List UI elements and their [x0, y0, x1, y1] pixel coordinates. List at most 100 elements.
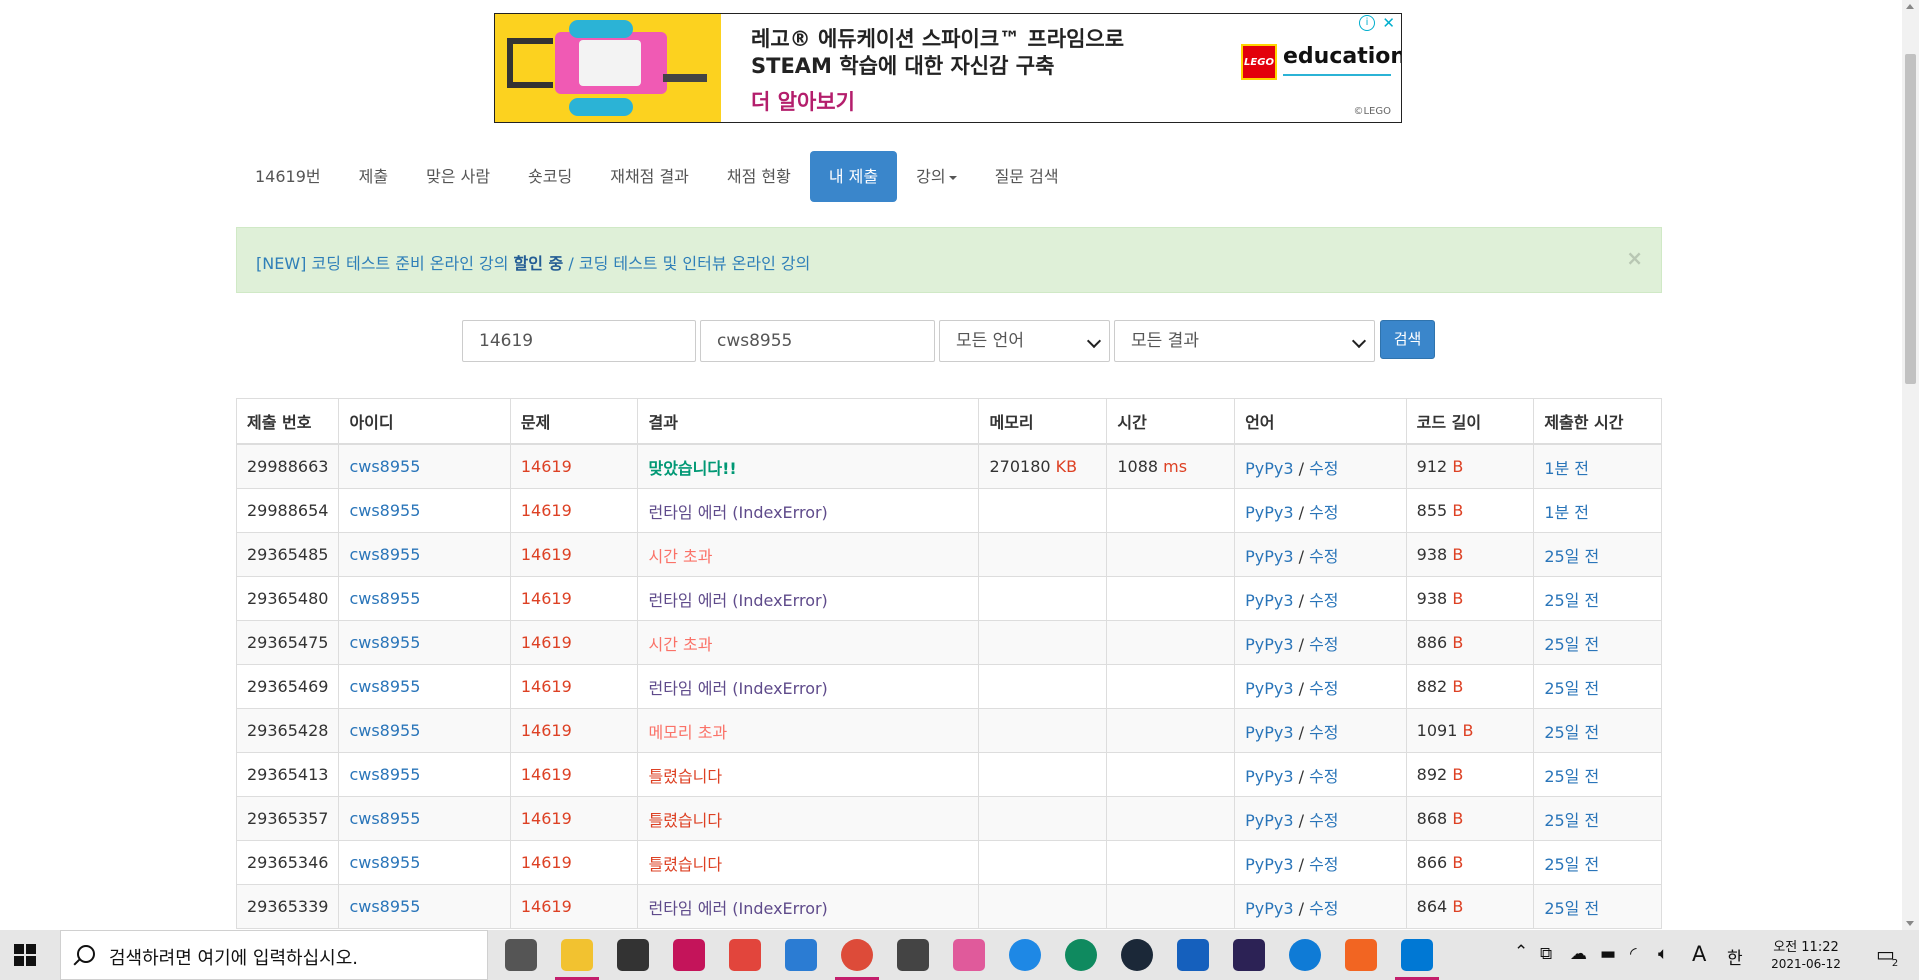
ime-language-indicator[interactable]: 한	[1727, 944, 1743, 969]
problem-link[interactable]: 14619	[509, 796, 639, 841]
volume-icon[interactable]: 🔈︎	[1658, 944, 1668, 964]
nav-lectures[interactable]: 강의	[897, 151, 975, 202]
user-link[interactable]: cws8955	[338, 840, 511, 885]
edit-link[interactable]: 수정	[1309, 767, 1338, 786]
language-link[interactable]: PyPy3	[1245, 635, 1293, 654]
ad-learn-more-link[interactable]: 더 알아보기	[751, 86, 855, 116]
clock-time[interactable]: 오전 11:22	[1762, 936, 1850, 955]
language-link[interactable]: PyPy3	[1245, 855, 1293, 874]
page-scrollbar[interactable]	[1902, 0, 1919, 930]
scroll-thumb[interactable]	[1905, 54, 1916, 384]
language-link[interactable]: PyPy3	[1245, 767, 1293, 786]
tray-app-icon[interactable]: ⧉	[1540, 944, 1552, 964]
onedrive-icon[interactable]: ☁	[1570, 944, 1587, 964]
problem-id-input[interactable]: 14619	[462, 320, 696, 362]
chrome-icon[interactable]	[841, 939, 873, 971]
store-icon[interactable]	[617, 939, 649, 971]
submitted-time-link[interactable]: 25일 전	[1533, 708, 1662, 753]
nav-solved-users[interactable]: 맞은 사람	[407, 151, 509, 202]
language-link[interactable]: PyPy3	[1245, 591, 1293, 610]
edge-icon[interactable]	[1289, 939, 1321, 971]
user-id-input[interactable]: cws8955	[700, 320, 935, 362]
submitted-time-link[interactable]: 25일 전	[1533, 620, 1662, 665]
ad-banner[interactable]: 레고® 에듀케이션 스파이크™ 프라임으로 STEAM 학습에 대한 자신감 구…	[494, 13, 1402, 123]
submitted-time-link[interactable]: 25일 전	[1533, 752, 1662, 797]
language-link[interactable]: PyPy3	[1245, 503, 1293, 522]
language-link[interactable]: PyPy3	[1245, 459, 1293, 478]
nav-my-submissions[interactable]: 내 제출	[809, 151, 898, 202]
edit-link[interactable]: 수정	[1309, 459, 1338, 478]
edit-link[interactable]: 수정	[1309, 503, 1338, 522]
scroll-down-icon[interactable]	[1906, 921, 1914, 926]
eclipse-icon[interactable]	[1233, 939, 1265, 971]
app-orange-icon[interactable]	[1345, 939, 1377, 971]
language-link[interactable]: PyPy3	[1245, 811, 1293, 830]
problem-link[interactable]: 14619	[509, 576, 639, 621]
user-link[interactable]: cws8955	[338, 576, 511, 621]
nav-question-search[interactable]: 질문 검색	[976, 151, 1078, 202]
problem-link[interactable]: 14619	[509, 488, 639, 533]
user-link[interactable]: cws8955	[338, 796, 511, 841]
windows-start-icon[interactable]	[14, 944, 36, 966]
search-button[interactable]: 검색	[1380, 320, 1435, 359]
problem-link[interactable]: 14619	[509, 443, 639, 489]
clock-date[interactable]: 2021-06-12	[1762, 957, 1850, 971]
user-link[interactable]: cws8955	[338, 488, 511, 533]
app-gear-icon[interactable]	[897, 939, 929, 971]
user-link[interactable]: cws8955	[338, 443, 511, 489]
edit-link[interactable]: 수정	[1309, 811, 1338, 830]
problem-link[interactable]: 14619	[509, 532, 639, 577]
language-link[interactable]: PyPy3	[1245, 723, 1293, 742]
result-select[interactable]: 모든 결과	[1114, 320, 1375, 362]
language-select[interactable]: 모든 언어	[939, 320, 1110, 362]
nav-short-coding[interactable]: 숏코딩	[509, 151, 591, 202]
edit-link[interactable]: 수정	[1309, 855, 1338, 874]
ad-info-icon[interactable]: i	[1359, 15, 1375, 31]
problem-link[interactable]: 14619	[509, 708, 639, 753]
app-blue-circle-icon[interactable]	[1009, 939, 1041, 971]
promo-alert-link[interactable]: [NEW] 코딩 테스트 준비 온라인 강의 할인 중 / 코딩 테스트 및 인…	[256, 250, 810, 274]
submitted-time-link[interactable]: 25일 전	[1533, 532, 1662, 577]
edit-link[interactable]: 수정	[1309, 723, 1338, 742]
language-link[interactable]: PyPy3	[1245, 547, 1293, 566]
scroll-up-icon[interactable]	[1906, 4, 1914, 9]
nav-problem[interactable]: 14619번	[236, 151, 340, 202]
user-link[interactable]: cws8955	[338, 664, 511, 709]
chevron-up-icon[interactable]: ⌃	[1514, 942, 1528, 962]
app-sync-icon[interactable]	[729, 939, 761, 971]
problem-link[interactable]: 14619	[509, 620, 639, 665]
user-link[interactable]: cws8955	[338, 752, 511, 797]
user-link[interactable]: cws8955	[338, 620, 511, 665]
submitted-time-link[interactable]: 25일 전	[1533, 884, 1662, 929]
reader-icon[interactable]	[1177, 939, 1209, 971]
edit-link[interactable]: 수정	[1309, 547, 1338, 566]
edit-link[interactable]: 수정	[1309, 591, 1338, 610]
mail-icon[interactable]	[785, 939, 817, 971]
steam-icon[interactable]	[1121, 939, 1153, 971]
submitted-time-link[interactable]: 25일 전	[1533, 576, 1662, 621]
nav-submit[interactable]: 제출	[340, 151, 407, 202]
alert-close-icon[interactable]: ×	[1626, 246, 1643, 270]
edit-link[interactable]: 수정	[1309, 635, 1338, 654]
edit-link[interactable]: 수정	[1309, 679, 1338, 698]
app-cards-icon[interactable]	[953, 939, 985, 971]
vscode-icon[interactable]	[1401, 939, 1433, 971]
ime-mode-indicator[interactable]: A	[1692, 942, 1706, 966]
taskbar-search-box[interactable]: 검색하려면 여기에 입력하십시오.	[60, 930, 488, 980]
ad-close-icon[interactable]: ✕	[1382, 14, 1395, 32]
wifi-icon[interactable]: ◜	[1630, 944, 1637, 964]
user-link[interactable]: cws8955	[338, 708, 511, 753]
language-link[interactable]: PyPy3	[1245, 899, 1293, 918]
submitted-time-link[interactable]: 25일 전	[1533, 664, 1662, 709]
file-explorer-icon[interactable]	[561, 939, 593, 971]
submitted-time-link[interactable]: 25일 전	[1533, 796, 1662, 841]
submitted-time-link[interactable]: 1분 전	[1533, 488, 1662, 533]
problem-link[interactable]: 14619	[509, 752, 639, 797]
user-link[interactable]: cws8955	[338, 884, 511, 929]
edit-link[interactable]: 수정	[1309, 899, 1338, 918]
app-red-icon[interactable]	[673, 939, 705, 971]
task-view-icon[interactable]	[505, 939, 537, 971]
nav-status[interactable]: 채점 현황	[708, 151, 810, 202]
language-link[interactable]: PyPy3	[1245, 679, 1293, 698]
submitted-time-link[interactable]: 25일 전	[1533, 840, 1662, 885]
